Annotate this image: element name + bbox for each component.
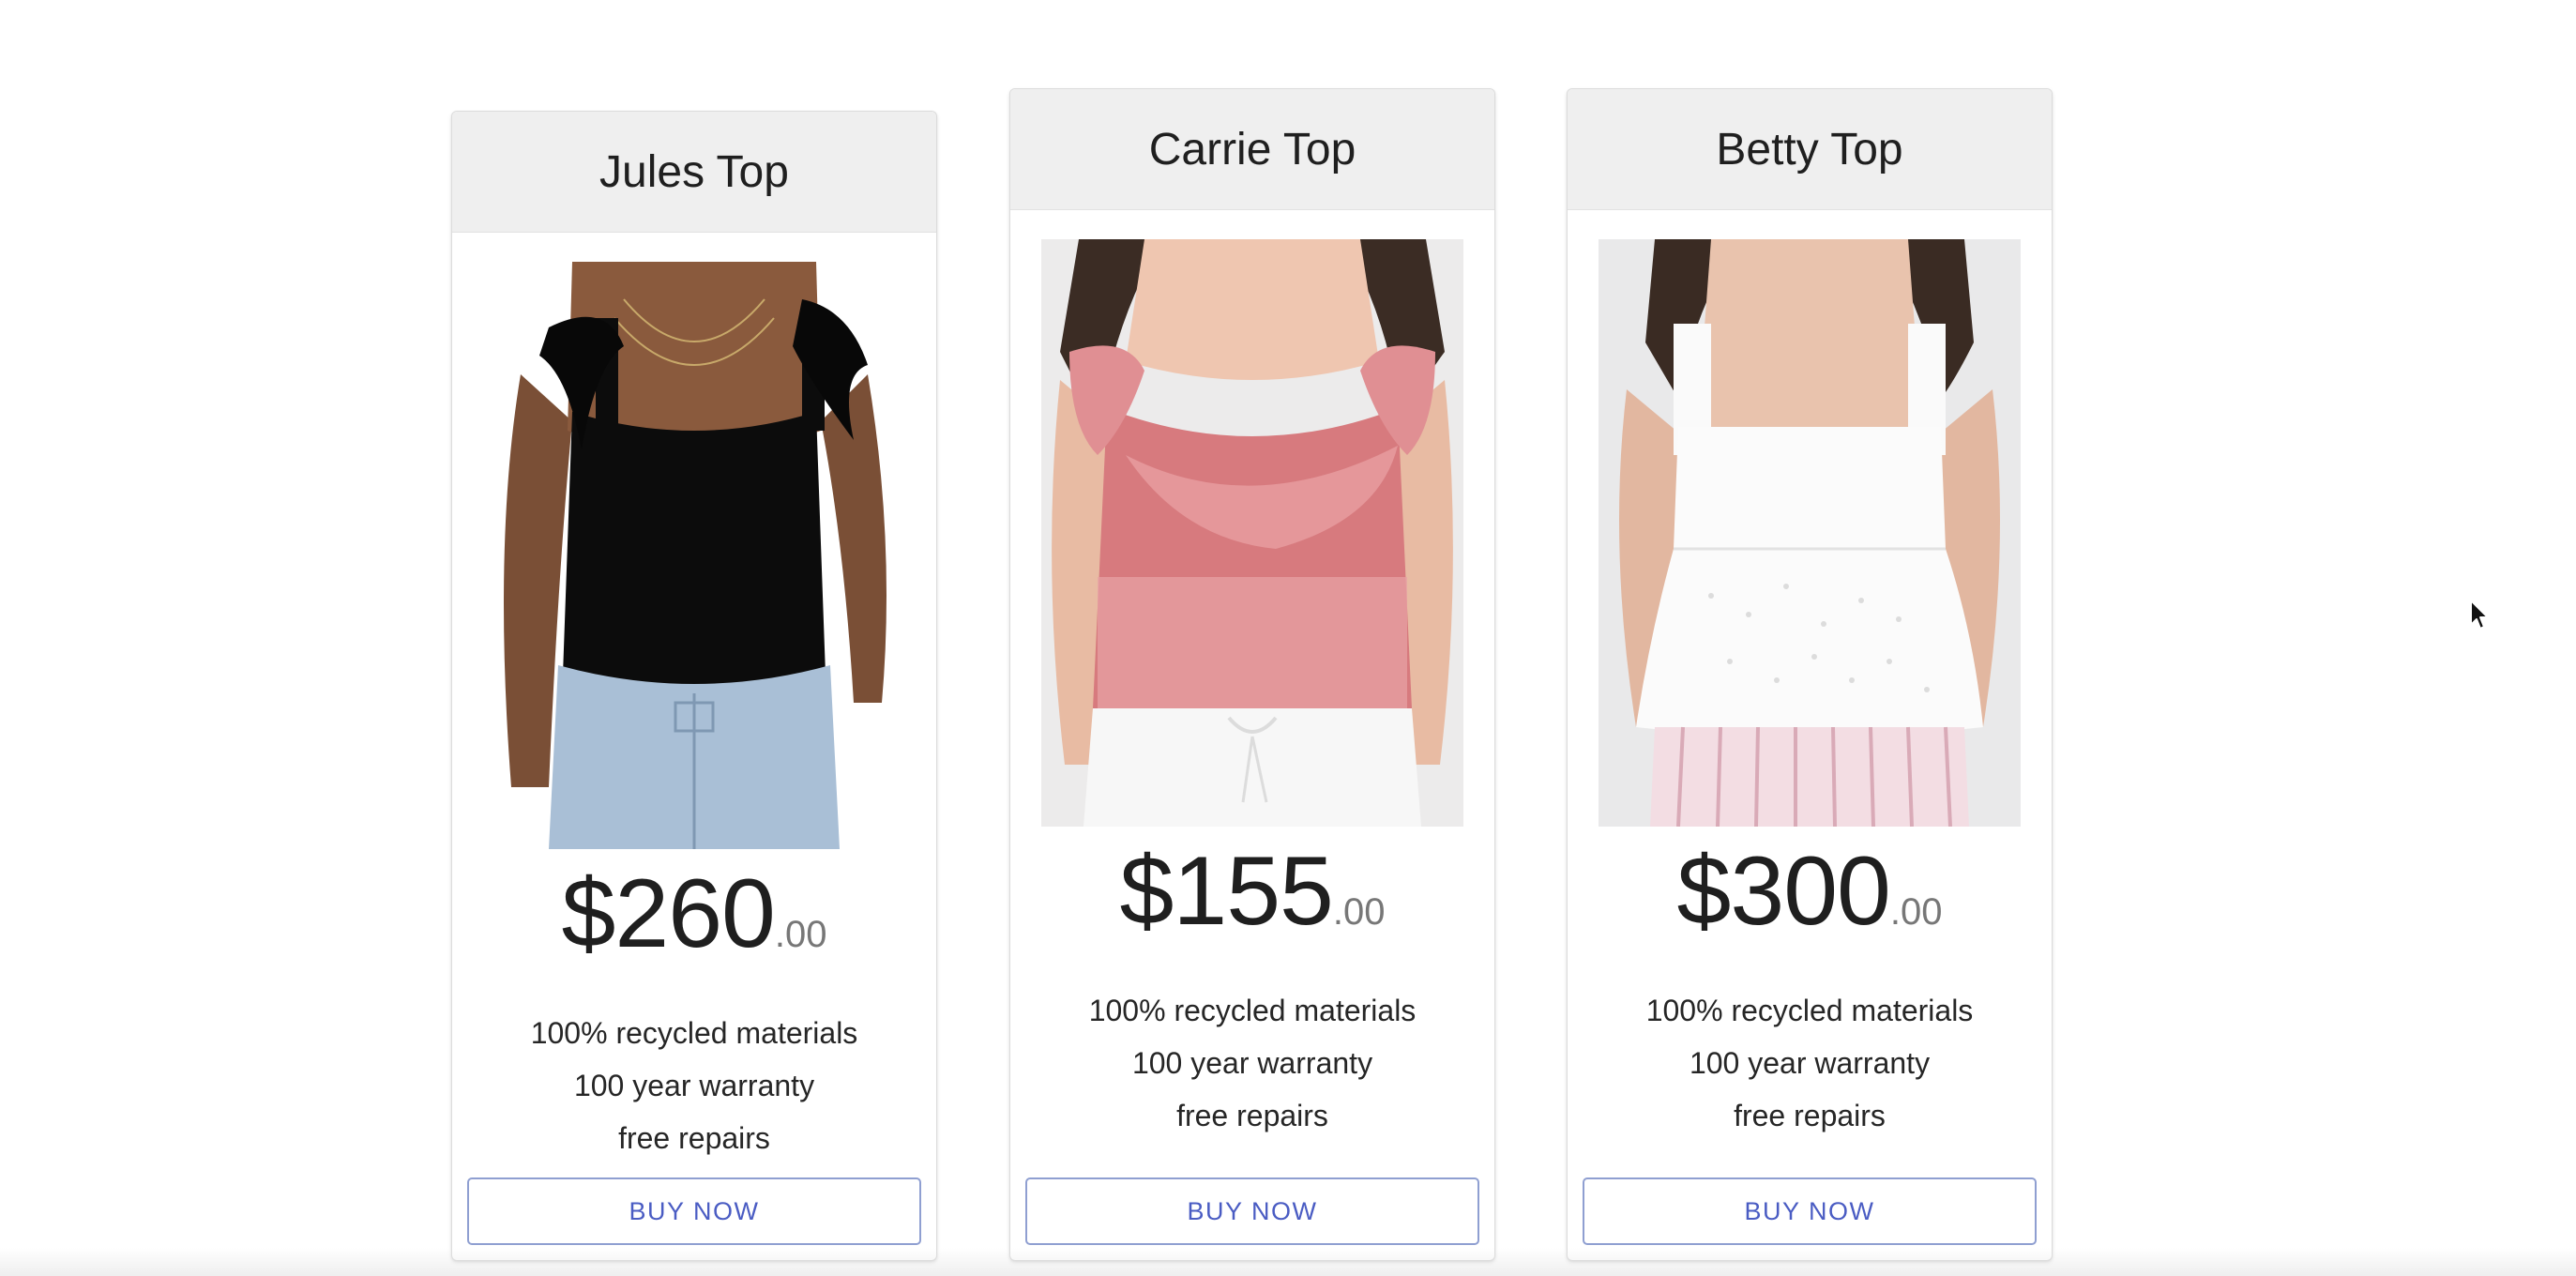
feature-item: 100% recycled materials — [530, 1016, 858, 1050]
feature-item: free repairs — [618, 1121, 770, 1155]
feature-item: 100 year warranty — [1131, 1046, 1373, 1080]
feature-list: 100% recycled materials 100 year warrant… — [1568, 984, 2052, 1142]
price-cents: .00 — [1332, 891, 1386, 933]
product-card-jules-top: Jules Top $260.00 100% recycled material… — [451, 111, 937, 1261]
buy-now-button-betty-top[interactable]: BUY NOW — [1583, 1177, 2037, 1245]
feature-item: 100% recycled materials — [1645, 994, 1974, 1027]
feature-list: 100% recycled materials 100 year warrant… — [1010, 984, 1494, 1142]
card-title: Carrie Top — [1010, 89, 1494, 210]
price-cents: .00 — [1889, 891, 1943, 933]
product-image-betty-top — [1599, 239, 2021, 827]
card-title: Jules Top — [452, 112, 936, 233]
price-cents: .00 — [774, 914, 827, 955]
feature-item: 100 year warranty — [573, 1069, 815, 1102]
card-body: $260.00 100% recycled materials 100 year… — [452, 262, 936, 1164]
price-dollars: $155 — [1119, 837, 1334, 946]
buy-now-button-carrie-top[interactable]: BUY NOW — [1025, 1177, 1479, 1245]
product-image-carrie-top — [1041, 239, 1463, 827]
price: $300.00 — [1568, 840, 2052, 943]
product-image-jules-top — [483, 262, 905, 849]
feature-list: 100% recycled materials 100 year warrant… — [452, 1007, 936, 1164]
product-card-carrie-top: Carrie Top $155.00 100% recycled materia… — [1009, 88, 1495, 1261]
card-body: $300.00 100% recycled materials 100 year… — [1568, 239, 2052, 1142]
product-card-betty-top: Betty Top $300.00 100% recycled material… — [1567, 88, 2053, 1261]
feature-item: free repairs — [1734, 1099, 1886, 1132]
card-title: Betty Top — [1568, 89, 2052, 210]
price-dollars: $260 — [561, 859, 776, 968]
pricing-page: Jules Top $260.00 100% recycled material… — [0, 0, 2576, 1276]
card-body: $155.00 100% recycled materials 100 year… — [1010, 239, 1494, 1142]
buy-now-button-jules-top[interactable]: BUY NOW — [467, 1177, 921, 1245]
price: $260.00 — [452, 862, 936, 965]
price-dollars: $300 — [1676, 837, 1891, 946]
feature-item: 100% recycled materials — [1088, 994, 1417, 1027]
feature-item: 100 year warranty — [1689, 1046, 1931, 1080]
mouse-pointer-icon — [2469, 599, 2492, 632]
feature-item: free repairs — [1176, 1099, 1328, 1132]
price: $155.00 — [1010, 840, 1494, 943]
